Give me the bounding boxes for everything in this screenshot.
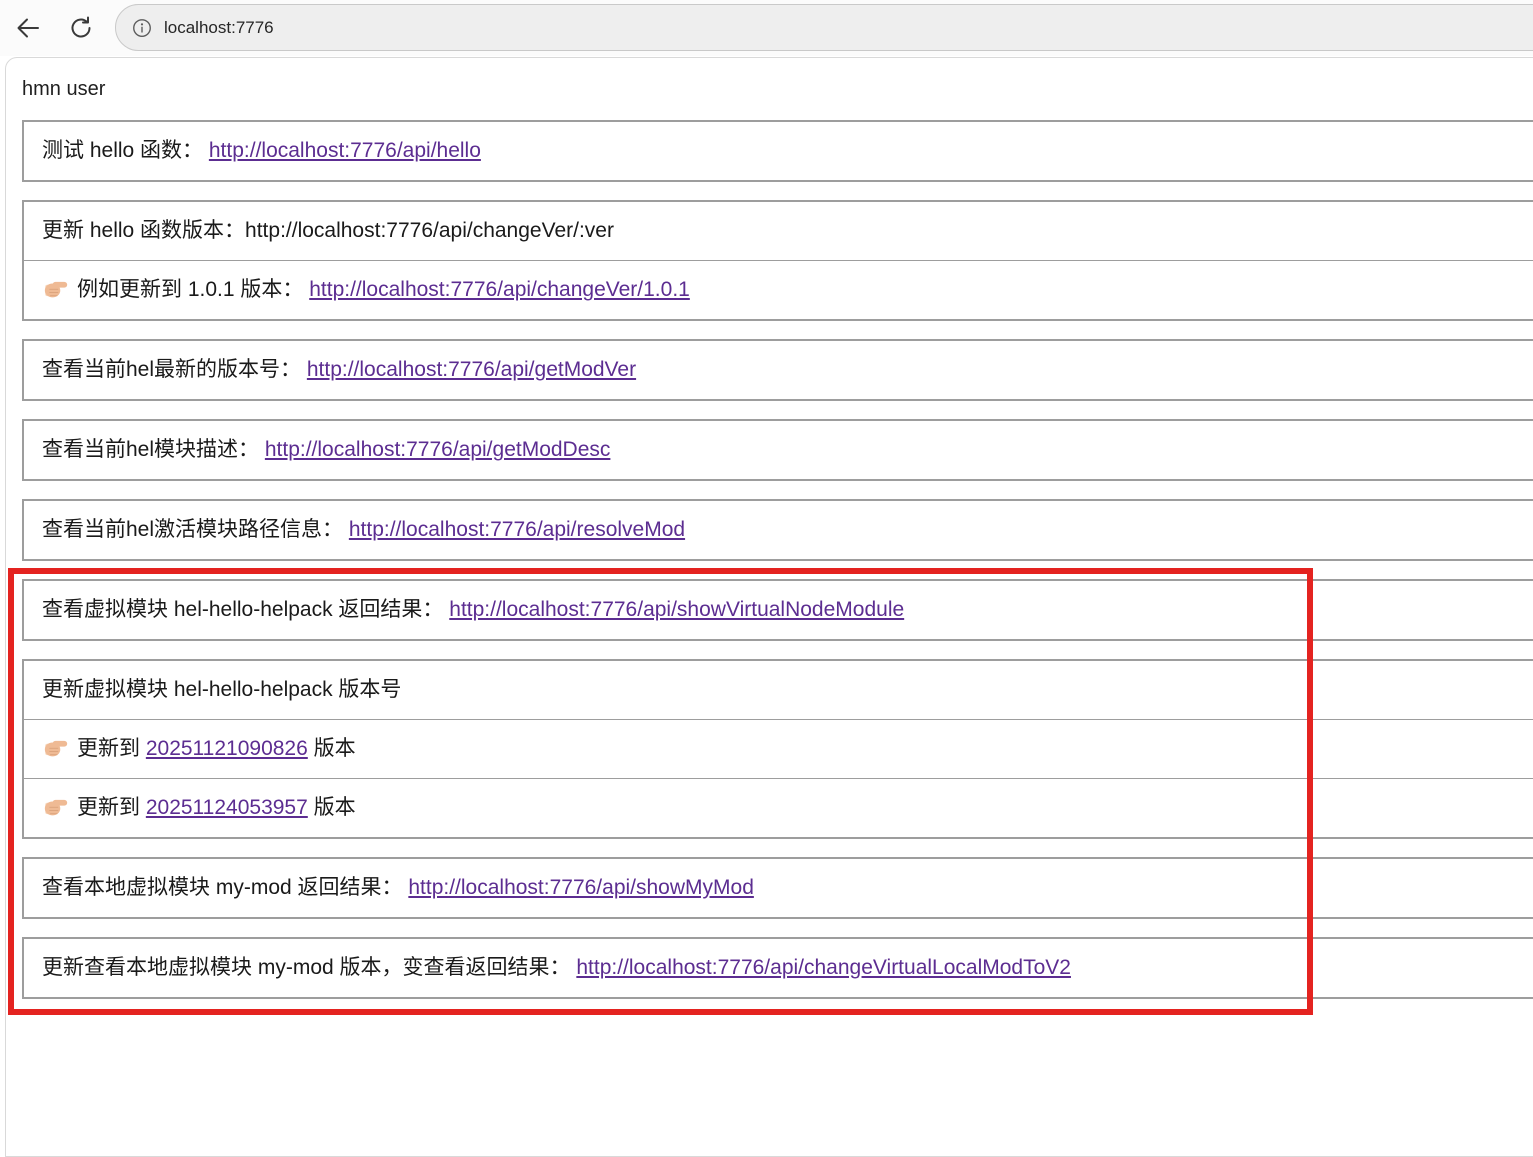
api-link[interactable]: http://localhost:7776/api/getModVer <box>307 358 636 381</box>
row-text: 测试 hello 函数： <box>42 139 209 162</box>
row-text: 版本 <box>308 796 356 819</box>
api-link[interactable]: http://localhost:7776/api/hello <box>209 139 481 162</box>
page-heading: hmn user <box>22 78 1533 101</box>
api-row: 更新查看本地虚拟模块 my-mod 版本，变查看返回结果： http://loc… <box>24 939 1533 997</box>
api-link[interactable]: 20251124053957 <box>146 796 308 819</box>
back-button[interactable] <box>13 14 43 44</box>
row-text: 更新查看本地虚拟模块 my-mod 版本，变查看返回结果： <box>42 956 576 979</box>
api-row: 更新 hello 函数版本：http://localhost:7776/api/… <box>24 202 1533 260</box>
api-box: 测试 hello 函数： http://localhost:7776/api/h… <box>22 120 1533 182</box>
api-box: 查看当前hel最新的版本号： http://localhost:7776/api… <box>22 339 1533 401</box>
api-link[interactable]: http://localhost:7776/api/getModDesc <box>265 438 611 461</box>
refresh-button[interactable] <box>66 14 96 44</box>
pointing-right-hand-icon <box>42 275 68 301</box>
api-box: 查看当前hel模块描述： http://localhost:7776/api/g… <box>22 419 1533 481</box>
api-row: 查看当前hel模块描述： http://localhost:7776/api/g… <box>24 421 1533 479</box>
page-content: hmn user 测试 hello 函数： http://localhost:7… <box>5 57 1533 1157</box>
row-text: 例如更新到 1.0.1 版本： <box>77 278 309 301</box>
row-text: 查看当前hel激活模块路径信息： <box>42 518 349 541</box>
api-link[interactable]: http://localhost:7776/api/resolveMod <box>349 518 685 541</box>
api-box: 更新虚拟模块 hel-hello-helpack 版本号 更新到 2025112… <box>22 659 1533 839</box>
api-link[interactable]: http://localhost:7776/api/changeVirtualL… <box>576 956 1071 979</box>
api-box: 更新查看本地虚拟模块 my-mod 版本，变查看返回结果： http://loc… <box>22 937 1533 999</box>
info-icon[interactable] <box>131 17 153 39</box>
row-text: 查看当前hel模块描述： <box>42 438 265 461</box>
api-row: 例如更新到 1.0.1 版本： http://localhost:7776/ap… <box>24 260 1533 319</box>
api-box: 查看本地虚拟模块 my-mod 返回结果： http://localhost:7… <box>22 857 1533 919</box>
pointing-right-hand-icon <box>42 793 68 819</box>
back-arrow-icon <box>14 14 42 42</box>
api-link[interactable]: 20251121090826 <box>146 737 308 760</box>
api-row: 查看虚拟模块 hel-hello-helpack 返回结果： http://lo… <box>24 581 1533 639</box>
row-text: 查看本地虚拟模块 my-mod 返回结果： <box>42 876 408 899</box>
api-row: 查看当前hel最新的版本号： http://localhost:7776/api… <box>24 341 1533 399</box>
row-text: 查看虚拟模块 hel-hello-helpack 返回结果： <box>42 598 449 621</box>
api-row: 更新到 20251121090826 版本 <box>24 719 1533 778</box>
row-text: 更新到 <box>77 737 146 760</box>
api-link[interactable]: http://localhost:7776/api/showMyMod <box>408 876 754 899</box>
browser-toolbar: localhost:7776 <box>0 0 1533 56</box>
api-box-list: 测试 hello 函数： http://localhost:7776/api/h… <box>18 120 1533 999</box>
api-row: 更新虚拟模块 hel-hello-helpack 版本号 <box>24 661 1533 719</box>
api-row: 查看本地虚拟模块 my-mod 返回结果： http://localhost:7… <box>24 859 1533 917</box>
url-text: localhost:7776 <box>164 18 274 38</box>
row-text: 版本 <box>308 737 356 760</box>
api-box: 更新 hello 函数版本：http://localhost:7776/api/… <box>22 200 1533 321</box>
api-row: 查看当前hel激活模块路径信息： http://localhost:7776/a… <box>24 501 1533 559</box>
row-text: 更新到 <box>77 796 146 819</box>
row-text: 查看当前hel最新的版本号： <box>42 358 307 381</box>
api-row: 更新到 20251124053957 版本 <box>24 778 1533 837</box>
refresh-icon <box>67 14 95 42</box>
row-text: 更新虚拟模块 hel-hello-helpack 版本号 <box>42 678 401 701</box>
api-box: 查看当前hel激活模块路径信息： http://localhost:7776/a… <box>22 499 1533 561</box>
api-box: 查看虚拟模块 hel-hello-helpack 返回结果： http://lo… <box>22 579 1533 641</box>
pointing-right-hand-icon <box>42 734 68 760</box>
api-link[interactable]: http://localhost:7776/api/changeVer/1.0.… <box>309 278 690 301</box>
address-bar[interactable]: localhost:7776 <box>115 4 1533 51</box>
row-text: 更新 hello 函数版本：http://localhost:7776/api/… <box>42 219 614 242</box>
api-link[interactable]: http://localhost:7776/api/showVirtualNod… <box>449 598 904 621</box>
api-row: 测试 hello 函数： http://localhost:7776/api/h… <box>24 122 1533 180</box>
